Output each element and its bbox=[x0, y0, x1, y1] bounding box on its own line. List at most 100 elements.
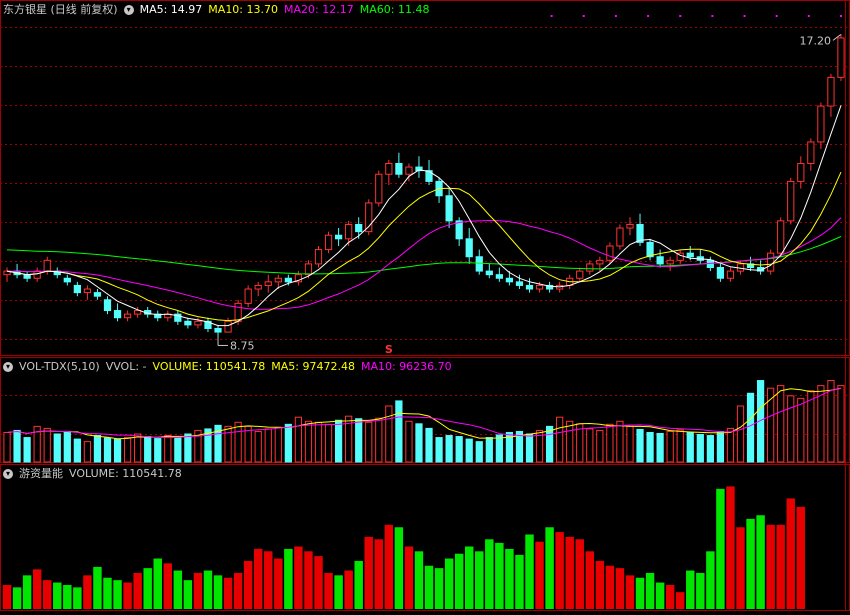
flow-volume-bar bbox=[595, 560, 605, 609]
flow-volume-bar bbox=[655, 582, 665, 609]
volume-bar bbox=[304, 420, 313, 463]
volume-bar bbox=[365, 421, 373, 463]
flow-volume-bar bbox=[253, 548, 263, 609]
flow-volume-bar bbox=[274, 558, 283, 609]
candle-body bbox=[455, 220, 463, 240]
candle-body bbox=[535, 284, 544, 290]
flow-volume-bar bbox=[223, 577, 233, 609]
flow-volume-bar bbox=[213, 575, 223, 609]
flow-volume-bar bbox=[625, 575, 635, 609]
volume-bar bbox=[23, 437, 31, 463]
flow-volume-bar bbox=[716, 488, 725, 609]
flow-volume-bar bbox=[535, 541, 544, 609]
flow-volume-bar bbox=[143, 568, 152, 609]
volume-bar bbox=[626, 425, 634, 463]
flow-volume-bar bbox=[193, 572, 203, 609]
volume-bar bbox=[244, 425, 252, 463]
flow-volume-bar bbox=[73, 587, 82, 609]
top-dot-marker bbox=[550, 15, 553, 17]
chevron-down-icon[interactable]: ▾ bbox=[3, 469, 13, 479]
vvol-label: VVOL: - bbox=[105, 360, 147, 373]
candle-body bbox=[93, 292, 102, 297]
flow-volume-bar bbox=[565, 536, 574, 609]
flow-volume-bar bbox=[515, 554, 524, 609]
flow-volume-bar bbox=[32, 569, 42, 609]
flow-panel-header: ▾ 游资量能 VOLUME: 110541.78 bbox=[3, 465, 188, 483]
flow-volume-bar bbox=[424, 565, 434, 609]
candle-body bbox=[284, 277, 292, 283]
volume-bar bbox=[726, 427, 735, 463]
volume-bar bbox=[686, 431, 694, 463]
flow-volume-bar bbox=[53, 582, 62, 609]
flow-volume-bar bbox=[736, 527, 745, 609]
high-price-label: 17.20 bbox=[799, 34, 831, 47]
volume-bar bbox=[334, 419, 343, 463]
volume-bar bbox=[63, 430, 71, 463]
volume-bar bbox=[395, 400, 403, 463]
candle-body bbox=[716, 267, 725, 279]
flow-volume-bar bbox=[2, 584, 12, 609]
flow-volume-bar bbox=[42, 580, 52, 609]
flow-volume-bar bbox=[173, 570, 183, 609]
candle-body bbox=[385, 162, 393, 175]
volume-bar bbox=[43, 427, 51, 463]
top-dot-marker bbox=[839, 15, 842, 17]
candle-body bbox=[525, 284, 534, 290]
flow-volume-bar bbox=[686, 570, 695, 609]
volume-panel-title[interactable]: VOL-TDX(5,10) bbox=[19, 360, 100, 373]
flow-volume-bar bbox=[63, 584, 72, 609]
candle-body bbox=[596, 259, 604, 265]
flow-volume-bar bbox=[746, 518, 755, 609]
flow-volume-bar bbox=[696, 572, 705, 609]
candle-body bbox=[83, 288, 92, 294]
price-panel-title[interactable]: 东方银星 (日线 前复权) bbox=[3, 3, 118, 16]
volume-bar bbox=[184, 433, 192, 463]
candle-body bbox=[214, 327, 222, 333]
price-panel-frame bbox=[0, 0, 850, 356]
candle-body bbox=[103, 299, 112, 312]
volume-bar bbox=[777, 385, 785, 463]
flow-volume-bar bbox=[615, 568, 625, 609]
candle-body bbox=[485, 270, 493, 276]
flow-volume-bar bbox=[394, 527, 404, 609]
ma20-line bbox=[6, 217, 842, 310]
flow-volume-bar bbox=[665, 584, 675, 609]
flow-volume-bar bbox=[635, 577, 645, 609]
candle-body bbox=[254, 284, 262, 290]
flow-volume-bar bbox=[575, 539, 584, 609]
flow-volume-bar bbox=[334, 575, 343, 609]
flow-volume-bar bbox=[83, 575, 92, 609]
volume-bar bbox=[355, 418, 363, 463]
volume-bar bbox=[837, 385, 845, 463]
volume-bar bbox=[465, 438, 473, 463]
flow-panel-title[interactable]: 游资量能 bbox=[19, 467, 63, 480]
volume-panel-header: ▾ VOL-TDX(5,10) VVOL: - VOLUME: 110541.78 MA… bbox=[3, 358, 458, 376]
volume-bar bbox=[93, 435, 102, 463]
flow-volume-bar bbox=[22, 575, 32, 609]
candle-body bbox=[405, 166, 413, 175]
candle-body bbox=[244, 288, 252, 304]
candle-body bbox=[314, 249, 323, 265]
volume-bar bbox=[13, 429, 21, 463]
volume-bar bbox=[375, 417, 383, 463]
volume-bar bbox=[134, 433, 142, 463]
volume-bar bbox=[827, 380, 835, 463]
volume-bar bbox=[435, 437, 443, 463]
ma20-label: MA20: 12.17 bbox=[284, 3, 354, 16]
top-dot-marker bbox=[743, 15, 746, 17]
candle-body bbox=[355, 223, 363, 233]
volume-bar bbox=[53, 433, 61, 463]
candle-body bbox=[345, 223, 353, 240]
candle-body bbox=[515, 281, 524, 286]
volume-bar bbox=[415, 423, 423, 463]
top-dot-marker bbox=[582, 15, 585, 17]
volume-bar bbox=[3, 431, 11, 463]
candle-body bbox=[304, 263, 313, 276]
candle-body bbox=[234, 302, 242, 322]
chevron-down-icon[interactable]: ▾ bbox=[123, 5, 134, 15]
chevron-down-icon[interactable]: ▾ bbox=[3, 362, 13, 372]
flow-volume-bar bbox=[545, 527, 554, 609]
top-dot-marker bbox=[679, 15, 682, 17]
volume-bar bbox=[324, 423, 333, 463]
flow-volume-bar bbox=[364, 536, 373, 609]
